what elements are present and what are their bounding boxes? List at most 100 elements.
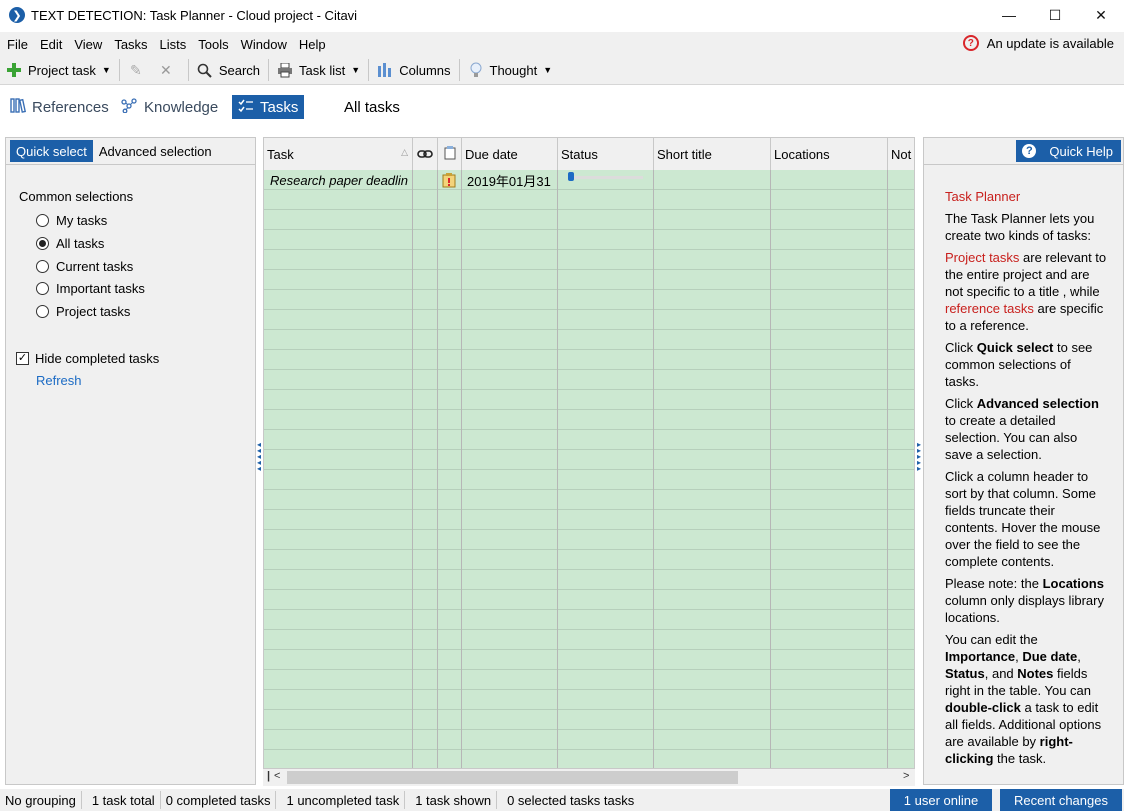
left-splitter-handle[interactable]: ◂ ◂ ◂ ◂ ◂	[257, 441, 261, 478]
menu-edit[interactable]: Edit	[35, 37, 67, 52]
status-progress-slider[interactable]	[568, 172, 574, 181]
table-row[interactable]: Research paper deadlin 2019年01月31	[264, 170, 914, 190]
tab-quick-select[interactable]: Quick select	[10, 140, 93, 162]
edit-button[interactable]: ✎	[124, 58, 154, 82]
menu-view[interactable]: View	[69, 37, 107, 52]
status-progress-track	[569, 176, 643, 179]
scroll-left-arrow-icon[interactable]: <	[274, 770, 280, 782]
radio-all-tasks[interactable]: All tasks	[36, 236, 104, 251]
plus-icon	[6, 62, 22, 78]
menu-tools[interactable]: Tools	[193, 37, 233, 52]
due-date-cell[interactable]: 2019年01月31	[467, 170, 557, 190]
minimize-button[interactable]: —	[986, 0, 1032, 30]
menu-file[interactable]: File	[2, 37, 33, 52]
tab-advanced-selection[interactable]: Advanced selection	[93, 140, 218, 162]
column-header-notes[interactable]	[438, 138, 462, 170]
search-label: Search	[218, 62, 261, 78]
help-bold: Locations	[1042, 576, 1104, 591]
toolbar-separator	[187, 59, 189, 81]
radio-label: My tasks	[56, 213, 108, 228]
radio-project-tasks[interactable]: Project tasks	[36, 304, 130, 319]
task-list-button[interactable]: Task list ▼	[273, 58, 364, 82]
radio-button[interactable]	[36, 305, 49, 318]
radio-label: Current tasks	[56, 259, 134, 274]
menu-lists[interactable]: Lists	[155, 37, 192, 52]
column-header-status[interactable]: Status	[558, 138, 654, 170]
hide-completed-checkbox-row[interactable]: ✓ Hide completed tasks	[16, 351, 159, 366]
menu-help[interactable]: Help	[294, 37, 331, 52]
help-paragraph: Click a column header to sort by that co…	[945, 469, 1101, 569]
column-header-short-title[interactable]: Short title	[654, 138, 771, 170]
help-bold: Quick select	[976, 340, 1054, 355]
sort-ascending-icon: △	[401, 147, 408, 157]
quick-help-content: Task Planner The Task Planner lets you c…	[945, 188, 1107, 772]
delete-x-icon: ✕	[159, 61, 172, 78]
help-paragraph: Click Quick select to see common selecti…	[945, 339, 1107, 390]
radio-label: Project tasks	[56, 304, 131, 319]
grid-body	[264, 170, 914, 768]
radio-label: All tasks	[56, 236, 105, 251]
scrollbar-thumb[interactable]	[287, 771, 738, 784]
help-bold: Importance	[945, 649, 1016, 664]
title-bar: ❯ TEXT DETECTION: Task Planner - Cloud p…	[0, 0, 1124, 30]
radio-button[interactable]	[36, 260, 49, 273]
tab-knowledge[interactable]: Knowledge	[115, 95, 224, 119]
recent-changes-button[interactable]: Recent changes	[1000, 789, 1122, 811]
chevron-down-icon: ▼	[351, 65, 361, 75]
help-bold: Notes	[1017, 666, 1054, 681]
menu-tasks[interactable]: Tasks	[109, 37, 152, 52]
scroll-right-arrow-icon[interactable]: >	[903, 770, 909, 782]
status-uncompleted: 1 uncompleted task	[276, 791, 406, 809]
task-grid: Task △ Due date Status Short title Locat…	[263, 137, 915, 769]
help-paragraph: Please note: the Locations column only d…	[945, 575, 1107, 626]
pencil-icon: ✎	[129, 61, 142, 78]
column-header-locations[interactable]: Locations	[771, 138, 888, 170]
right-splitter-handle[interactable]: ▸ ▸ ▸ ▸ ▸	[917, 441, 921, 478]
help-text: Click	[945, 340, 977, 355]
search-button[interactable]: Search	[193, 58, 264, 82]
tab-references[interactable]: References	[4, 95, 115, 119]
grid-header: Task △ Due date Status Short title Locat…	[264, 138, 914, 170]
horizontal-scrollbar[interactable]: | < >	[263, 769, 915, 786]
column-header-notes-text[interactable]: Not	[888, 138, 914, 170]
chevron-down-icon: ▼	[543, 65, 553, 75]
radio-button[interactable]	[36, 214, 49, 227]
link-icon	[417, 147, 433, 162]
status-grouping: No grouping	[0, 791, 82, 809]
radio-current-tasks[interactable]: Current tasks	[36, 259, 133, 274]
status-total: 1 task total	[82, 791, 161, 809]
toolbar-separator	[118, 59, 120, 81]
quick-help-button[interactable]: ? Quick Help	[1016, 140, 1121, 162]
radio-label: Important tasks	[56, 281, 145, 296]
tab-knowledge-label: Knowledge	[144, 98, 219, 116]
clipboard-icon	[444, 145, 456, 163]
refresh-link[interactable]: Refresh	[36, 373, 82, 388]
close-button[interactable]: ✕	[1078, 0, 1124, 30]
thought-button[interactable]: Thought ▼	[464, 58, 557, 82]
menu-window[interactable]: Window	[236, 37, 292, 52]
radio-button-selected[interactable]	[36, 237, 49, 250]
update-notice[interactable]: ? An update is available	[962, 35, 1114, 51]
toolbar-separator	[458, 59, 460, 81]
menu-bar: File Edit View Tasks Lists Tools Window …	[0, 32, 1124, 56]
current-selection-title: All tasks	[344, 99, 400, 116]
column-header-due-date[interactable]: Due date	[462, 138, 558, 170]
column-header-task[interactable]: Task △	[264, 138, 413, 170]
knowledge-network-icon	[121, 98, 138, 116]
column-header-label: Due date	[465, 146, 518, 162]
radio-button[interactable]	[36, 282, 49, 295]
column-header-link[interactable]	[413, 138, 438, 170]
tab-tasks[interactable]: Tasks	[232, 95, 305, 119]
delete-button[interactable]: ✕	[154, 58, 184, 82]
hide-completed-checkbox[interactable]: ✓	[16, 352, 29, 365]
help-highlight: reference tasks	[945, 301, 1034, 316]
maximize-button[interactable]: ☐	[1032, 0, 1078, 30]
columns-button[interactable]: Columns	[373, 58, 454, 82]
task-cell[interactable]: Research paper deadlin	[270, 170, 412, 190]
help-paragraph: Project tasks are relevant to the entire…	[945, 249, 1107, 334]
radio-my-tasks[interactable]: My tasks	[36, 213, 107, 228]
users-online-button[interactable]: 1 user online	[890, 789, 992, 811]
project-task-button[interactable]: Project task ▼	[2, 58, 115, 82]
radio-important-tasks[interactable]: Important tasks	[36, 281, 145, 296]
important-task-icon	[442, 170, 460, 190]
